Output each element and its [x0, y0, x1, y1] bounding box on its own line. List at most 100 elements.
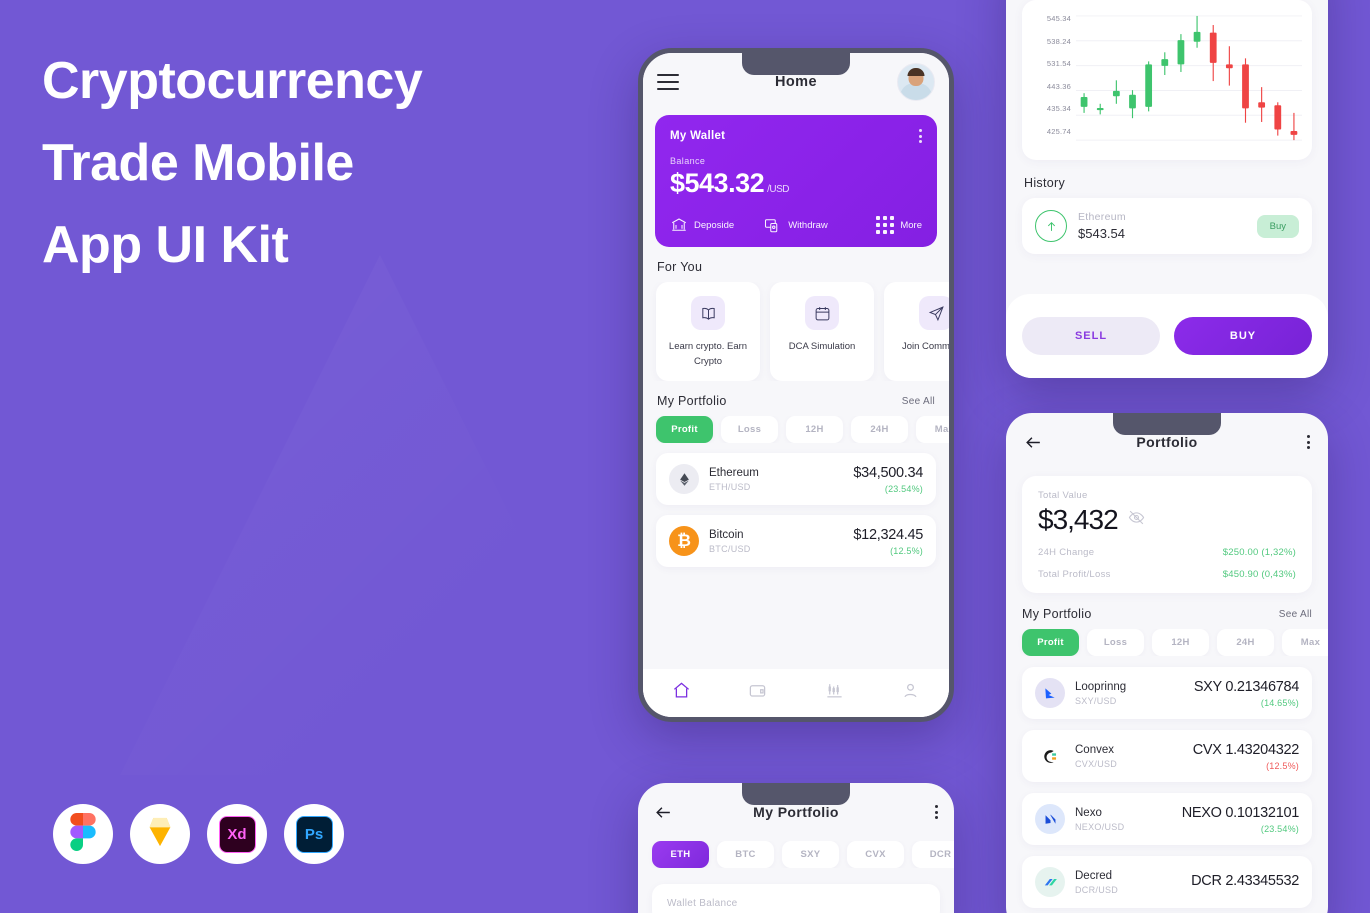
- stat-value: $450.90 (0,43%): [1222, 569, 1296, 580]
- portfolio-list-title: My Portfolio: [1022, 607, 1092, 621]
- back-arrow-icon[interactable]: [1024, 433, 1043, 452]
- y-tick: 545.34: [1046, 14, 1071, 23]
- for-you-cards: Learn crypto. Earn Crypto DCA Simulation…: [643, 282, 949, 382]
- coin-row-bitcoin[interactable]: ₿ Bitcoin BTC/USD $12,324.45 (12.5%): [656, 515, 936, 568]
- filter-chip-loss[interactable]: Loss: [721, 416, 778, 444]
- coin-row-convex[interactable]: Convex CVX/USD CVX 1.43204322 (12.5%): [1022, 730, 1312, 782]
- eye-off-icon[interactable]: [1128, 509, 1145, 531]
- coin-row-loopring[interactable]: Looprinng SXY/USD SXY 0.21346784 (14.65%…: [1022, 667, 1312, 719]
- for-you-card-community[interactable]: Join Community: [884, 282, 949, 382]
- title-line-2: Trade Mobile: [42, 134, 354, 193]
- coin-row-ethereum[interactable]: Ethereum ETH/USD $34,500.34 (23.54%): [656, 453, 936, 506]
- wallet-icon: [748, 681, 767, 705]
- coin-change: (12.5%): [1266, 760, 1299, 771]
- coin-price: CVX 1.43204322: [1192, 741, 1300, 758]
- nav-item-profile[interactable]: [873, 681, 950, 705]
- asset-tab-btc[interactable]: BTC: [717, 841, 774, 868]
- kebab-icon[interactable]: [935, 805, 938, 819]
- for-you-label-community: Join Community: [901, 341, 949, 352]
- sketch-logo-badge: [130, 804, 190, 864]
- filter-chip-max[interactable]: Max: [916, 416, 949, 444]
- nav-item-wallet[interactable]: [720, 681, 797, 705]
- coin-name: Bitcoin: [709, 528, 744, 541]
- coin-change: (14.65%): [1260, 697, 1299, 708]
- asset-tab-dcr[interactable]: DCR: [912, 841, 954, 868]
- arrow-up-circle-icon: [1035, 210, 1067, 242]
- stat-label: Total Profit/Loss: [1038, 569, 1111, 580]
- asset-tab-eth[interactable]: ETH: [652, 841, 709, 868]
- home-icon: [672, 681, 691, 705]
- candlestick-chart-card: 545.34 538.24 531.54 443.36 435.34 425.7…: [1022, 0, 1312, 160]
- trade-phone-mockup: 545.34 538.24 531.54 443.36 435.34 425.7…: [1006, 0, 1328, 378]
- coin-row-nexo[interactable]: Nexo NEXO/USD NEXO 0.10132101 (23.54%): [1022, 793, 1312, 845]
- coin-pair: CVX/USD: [1075, 758, 1118, 769]
- nav-item-market[interactable]: [796, 681, 873, 705]
- coin-price: SXY 0.21346784: [1193, 678, 1299, 695]
- background-decoration: [120, 255, 640, 775]
- chart-y-axis: 545.34 538.24 531.54 443.36 435.34 425.7…: [1030, 12, 1076, 150]
- for-you-label-learn: Learn crypto. Earn Crypto: [668, 341, 748, 367]
- y-tick: 538.24: [1046, 36, 1071, 46]
- filter-chip-profit[interactable]: Profit: [656, 416, 713, 444]
- filter-chip-max[interactable]: Max: [1282, 629, 1328, 656]
- my-portfolio-phone-mockup: My Portfolio ETH BTC SXY CVX DCR Wallet …: [638, 783, 954, 913]
- asset-tab-cvx[interactable]: CVX: [847, 841, 904, 868]
- home-phone-mockup: Home My Wallet Balance $543.32/USD Depos…: [638, 48, 954, 722]
- filter-chip-loss[interactable]: Loss: [1087, 629, 1144, 656]
- nav-item-home[interactable]: [643, 681, 720, 705]
- y-tick: 443.36: [1046, 81, 1071, 91]
- ethereum-icon: [669, 464, 699, 495]
- withdraw-action[interactable]: Withdraw: [754, 216, 838, 234]
- candlestick-plot: [1076, 12, 1302, 150]
- deposit-action[interactable]: Deposide: [670, 216, 754, 234]
- history-row-ethereum[interactable]: Ethereum $543.54 Buy: [1022, 198, 1312, 254]
- coin-pair: NEXO/USD: [1075, 821, 1125, 832]
- coin-name: Looprinng: [1075, 680, 1127, 693]
- grid-icon: [876, 216, 895, 234]
- for-you-card-learn[interactable]: Learn crypto. Earn Crypto: [656, 282, 760, 382]
- sell-button[interactable]: SELL: [1022, 317, 1160, 355]
- filter-chip-profit[interactable]: Profit: [1022, 629, 1079, 656]
- buy-button[interactable]: BUY: [1174, 317, 1312, 355]
- figma-logo-badge: [53, 804, 113, 864]
- coin-name: Nexo: [1075, 806, 1102, 819]
- adobe-xd-logo-icon: Xd: [218, 815, 256, 853]
- coin-name: Ethereum: [709, 466, 759, 479]
- portfolio-appbar: Portfolio: [1006, 413, 1328, 471]
- filter-chip-12h[interactable]: 12H: [786, 416, 843, 444]
- coin-pair: SXY/USD: [1075, 695, 1117, 706]
- filter-chip-24h[interactable]: 24H: [1217, 629, 1274, 656]
- coin-name: Decred: [1075, 869, 1113, 882]
- filter-chip-12h[interactable]: 12H: [1152, 629, 1209, 656]
- coin-price: NEXO 0.10132101: [1181, 804, 1300, 821]
- appbar-title: Portfolio: [1136, 434, 1198, 450]
- photoshop-logo-badge: Ps: [284, 804, 344, 864]
- asset-tab-sxy[interactable]: SXY: [782, 841, 839, 868]
- hamburger-icon[interactable]: [657, 69, 679, 95]
- sketch-logo-icon: [141, 815, 179, 854]
- kebab-icon[interactable]: [1307, 435, 1310, 449]
- filter-chip-24h[interactable]: 24H: [851, 416, 908, 444]
- bitcoin-icon: ₿: [669, 526, 699, 557]
- avatar[interactable]: [897, 63, 935, 101]
- appbar-title: My Portfolio: [753, 804, 839, 820]
- stat-total-profit-loss: Total Profit/Loss $450.90 (0,43%): [1038, 569, 1296, 580]
- stat-label: 24H Change: [1038, 547, 1095, 558]
- photoshop-logo-icon: Ps: [295, 815, 333, 853]
- page-title: Cryptocurrency Trade Mobile App UI Kit: [42, 40, 582, 286]
- tool-logos: Xd Ps: [53, 804, 344, 864]
- for-you-card-dca[interactable]: DCA Simulation: [770, 282, 874, 382]
- my-portfolio-title: My Portfolio: [657, 394, 727, 409]
- book-icon: [691, 296, 725, 330]
- more-action[interactable]: More: [838, 216, 922, 234]
- withdraw-label: Withdraw: [788, 219, 828, 231]
- coin-row-decred[interactable]: Decred DCR/USD DCR 2.43345532: [1022, 856, 1312, 908]
- see-all-link[interactable]: See All: [902, 396, 935, 407]
- wallet-card: My Wallet Balance $543.32/USD Deposide W…: [655, 115, 937, 247]
- wallet-balance-label: Wallet Balance: [667, 898, 738, 909]
- bank-icon: [670, 216, 688, 234]
- back-arrow-icon[interactable]: [654, 803, 673, 822]
- my-portfolio-appbar: My Portfolio: [638, 783, 954, 841]
- wallet-kebab-icon[interactable]: [919, 129, 922, 143]
- see-all-link[interactable]: See All: [1279, 609, 1312, 620]
